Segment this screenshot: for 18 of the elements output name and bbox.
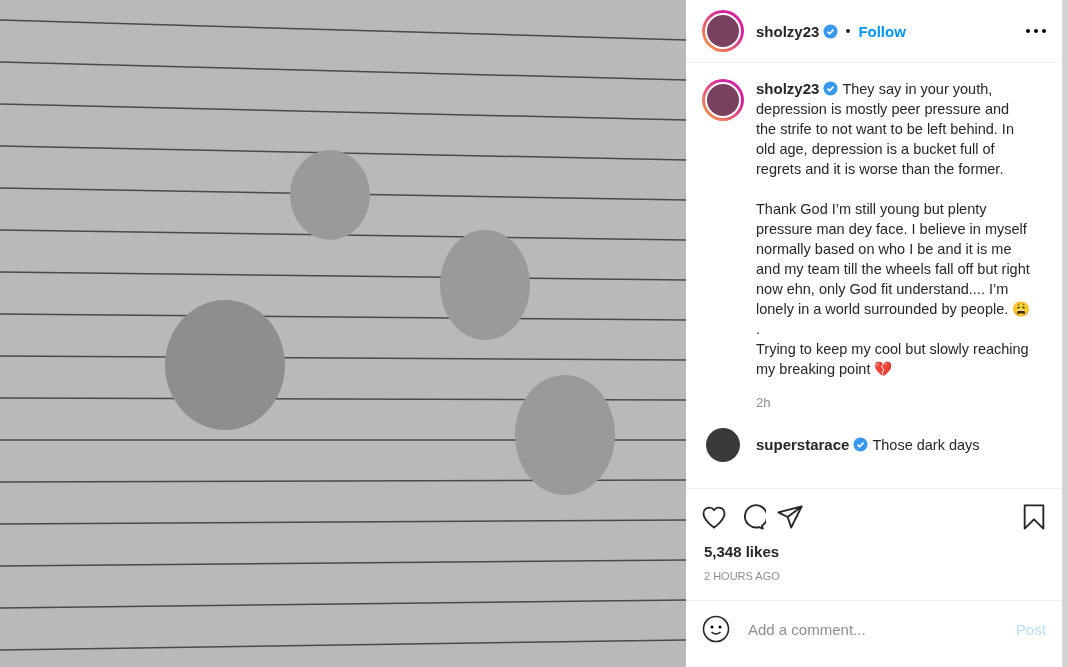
username-link[interactable]: superstarace: [756, 436, 850, 453]
comment-text: Those dark days: [872, 437, 980, 453]
smiley-face-icon[interactable]: [702, 615, 730, 643]
avatar[interactable]: [706, 428, 740, 462]
post-time: 2h: [756, 395, 772, 410]
caption-text: Thank God I’m still young but plenty pressure man dey face. I believe in myself normally based on who I be and it is me and my team till the wheels fall off but right now ehn, only God fit understand.... I’m lonely in a world surrounded by people. 😩: [756, 200, 1032, 319]
caption-text: sholzy23 They say in your youth, depression is mostly peer pressure and the strife to not want to be left behind. In old age, depression is a bucket full of regrets and it is worse than the former.: [756, 79, 1015, 179]
separator-dot: [846, 29, 851, 33]
likes-count[interactable]: 5,348 likes: [686, 531, 1062, 560]
post-date: 2 HOURS AGO: [703, 569, 781, 582]
send-icon[interactable]: [776, 503, 804, 531]
username-link[interactable]: sholzy23: [756, 80, 820, 97]
caption-text: Trying to keep my cool but slowly reaching my breaking point 💔: [756, 340, 1030, 379]
more-options-icon[interactable]: [1026, 29, 1046, 33]
caption-text: .: [756, 320, 762, 339]
avatar[interactable]: [702, 79, 744, 121]
username-link[interactable]: sholzy23: [756, 22, 820, 40]
avatar[interactable]: [702, 10, 744, 52]
